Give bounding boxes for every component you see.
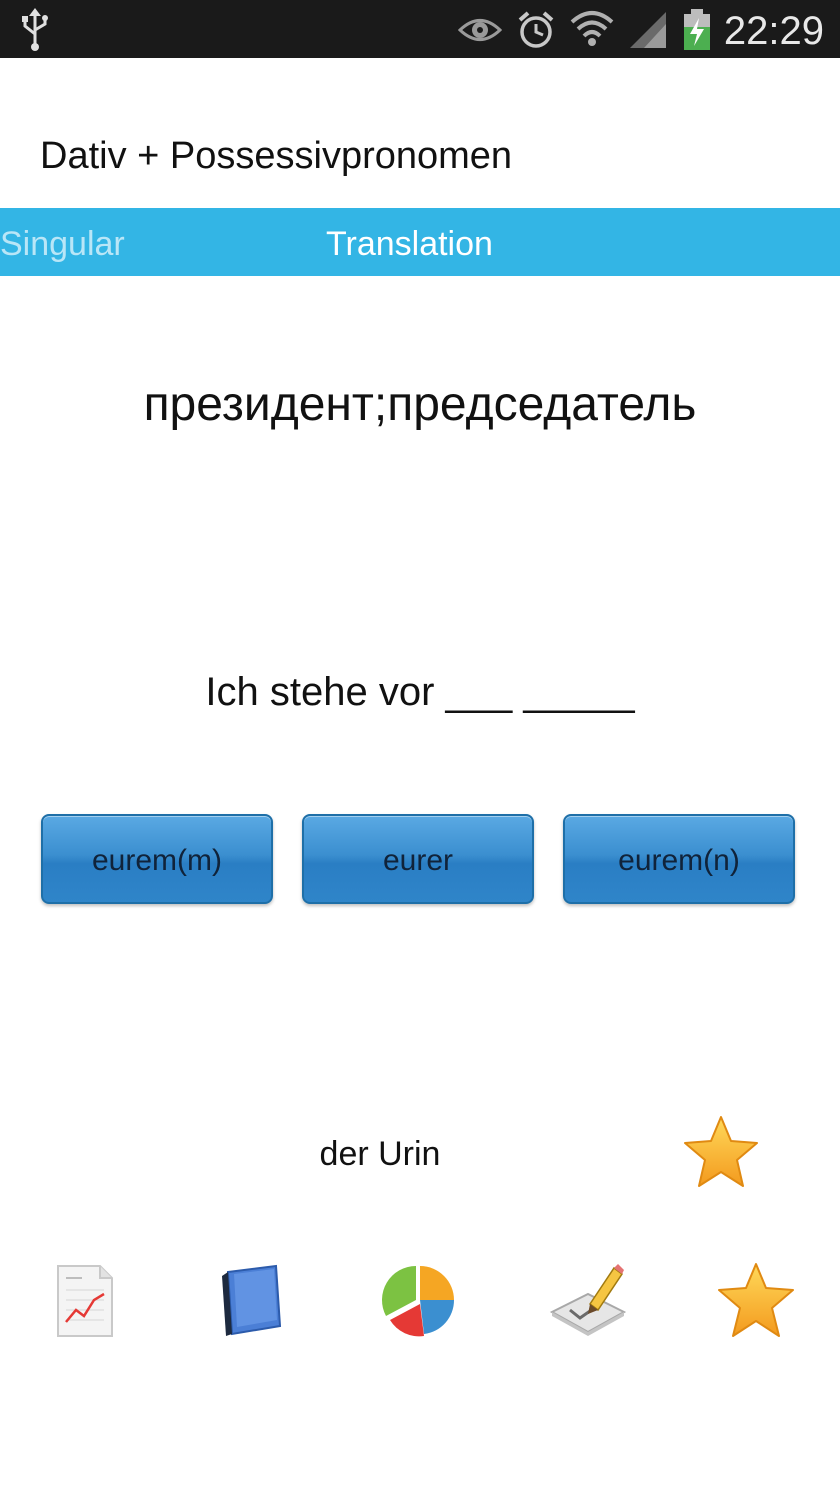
edit-checklist-icon[interactable] — [548, 1260, 628, 1340]
quiz-sentence: Ich stehe vor ___ _____ — [205, 670, 635, 714]
report-chart-icon[interactable] — [44, 1260, 124, 1340]
answer-button-3[interactable]: eurem(n) — [563, 814, 795, 904]
eye-icon — [458, 19, 502, 41]
star-icon[interactable] — [682, 1114, 760, 1190]
clock: 22:29 — [723, 9, 824, 53]
answer-button-2[interactable]: eurer — [302, 814, 534, 904]
page-title: Dativ + Possessivpronomen — [40, 135, 513, 177]
translation-word: президент;председатель — [143, 378, 697, 431]
alarm-icon — [518, 11, 554, 48]
tab-bar: Singular Translation — [0, 208, 840, 276]
signal-icon — [630, 12, 666, 48]
hint-text: der Urin — [319, 1135, 441, 1173]
tab-translation[interactable]: Translation — [326, 208, 493, 276]
usb-icon — [22, 8, 48, 51]
wifi-icon — [570, 11, 614, 46]
status-bar: 22:29 — [0, 0, 840, 58]
tab-singular[interactable]: Singular — [0, 208, 125, 276]
pie-chart-icon[interactable] — [380, 1260, 460, 1340]
answer-button-1[interactable]: eurem(m) — [41, 814, 273, 904]
star-icon[interactable] — [716, 1260, 796, 1340]
book-icon[interactable] — [214, 1260, 294, 1340]
bottom-toolbar — [0, 1260, 840, 1344]
battery-charging-icon — [684, 9, 710, 50]
